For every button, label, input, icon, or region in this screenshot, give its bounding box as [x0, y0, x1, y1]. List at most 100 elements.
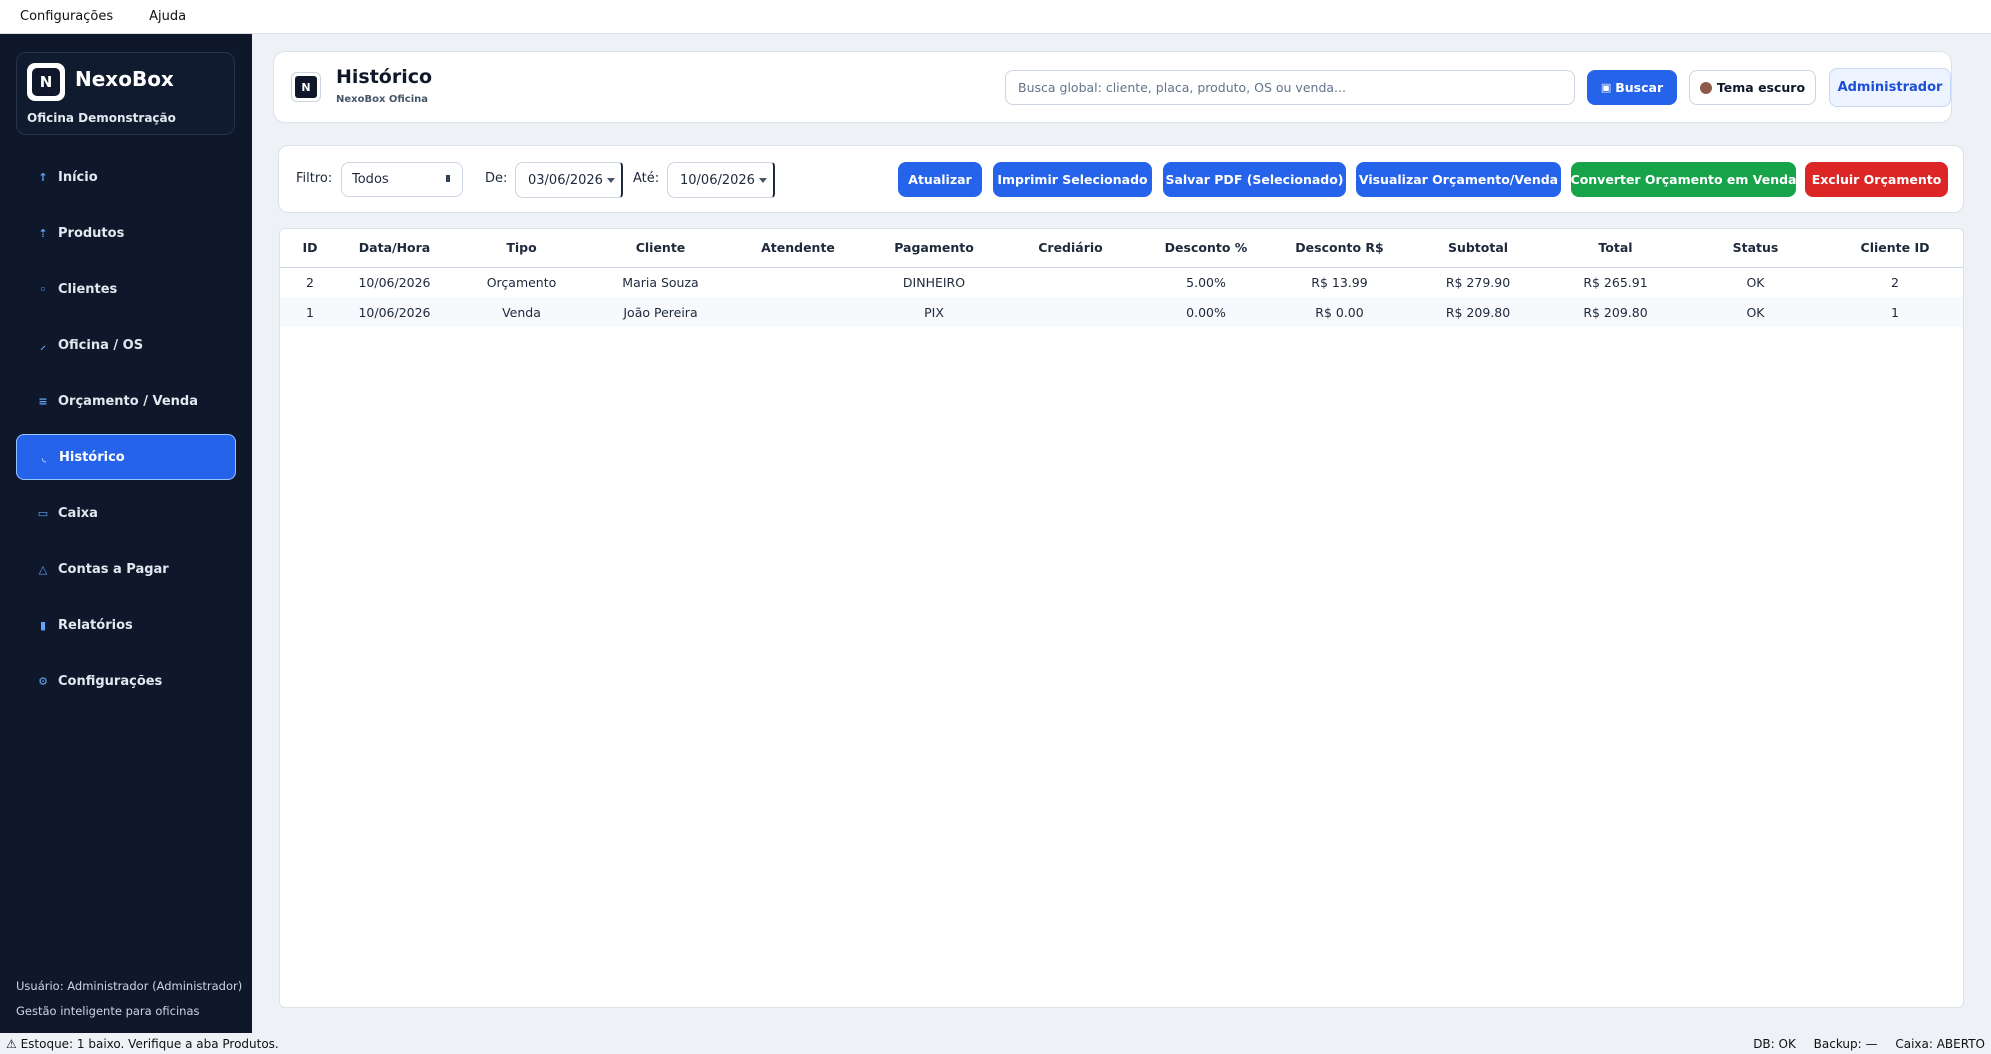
column-header[interactable]: Cliente ID: [1827, 229, 1963, 268]
search-button[interactable]: ▣ Buscar: [1587, 70, 1677, 105]
table-cell: OK: [1746, 274, 1765, 290]
sidebar-item-historico[interactable]: ◟ Histórico: [16, 434, 236, 480]
column-header[interactable]: Data/Hora: [340, 229, 449, 268]
sidebar-item-label: Produtos: [58, 225, 125, 241]
filter-value: Todos: [352, 172, 389, 187]
table-row[interactable]: 1 10/06/2026 Venda João Pereira PIX 0.00…: [280, 297, 1963, 327]
sidebar-item-relatorios[interactable]: ▮ Relatórios: [16, 602, 236, 648]
table-header-row: ID Data/Hora Tipo Cliente Atendente Paga…: [280, 229, 1963, 268]
arrow-up-icon: ↑: [38, 170, 48, 184]
table-cell: [999, 297, 1142, 327]
sidebar-item-contas[interactable]: △ Contas a Pagar: [16, 546, 236, 592]
table-cell: Venda: [449, 297, 594, 327]
column-header[interactable]: Desconto %: [1142, 229, 1270, 268]
db-status: DB: OK: [1753, 1036, 1796, 1051]
table-cell: R$ 209.80: [1547, 297, 1684, 327]
atualizar-button[interactable]: Atualizar: [898, 162, 982, 197]
table-cell: 1: [280, 297, 340, 327]
search-icon: ▣: [1600, 81, 1612, 94]
filter-toolbar: Filtro: Todos De: 03/06/2026 Até: 10/06/…: [278, 145, 1964, 213]
sidebar-item-label: Oficina / OS: [58, 337, 144, 353]
salvar-pdf-button[interactable]: Salvar PDF (Selecionado): [1163, 162, 1346, 197]
dark-theme-button[interactable]: Tema escuro: [1689, 70, 1816, 105]
sidebar-item-inicio[interactable]: ↑ Início: [16, 154, 236, 200]
column-header[interactable]: Cliente: [594, 229, 727, 268]
column-header[interactable]: Pagamento: [869, 229, 999, 268]
to-date-field[interactable]: 10/06/2026: [667, 162, 775, 198]
user-button[interactable]: Administrador: [1829, 68, 1951, 107]
page-subtitle: NexoBox Oficina: [336, 94, 429, 105]
user-icon: ◦: [39, 282, 47, 296]
filter-label: Filtro:: [296, 171, 333, 186]
column-header[interactable]: Crediário: [999, 229, 1142, 268]
column-header[interactable]: Total: [1547, 229, 1684, 268]
dark-theme-label: Tema escuro: [1716, 80, 1806, 95]
brand-name: NexoBox: [75, 67, 174, 91]
column-header[interactable]: Tipo: [449, 229, 594, 268]
cash-icon: ▭: [37, 506, 49, 520]
converter-button[interactable]: Converter Orçamento em Venda: [1571, 162, 1797, 197]
excluir-button[interactable]: Excluir Orçamento: [1805, 162, 1948, 197]
sidebar-item-configuracoes[interactable]: ⚙ Configurações: [16, 658, 236, 704]
theme-dot-icon: [1699, 81, 1712, 94]
clock-icon: ◟: [41, 450, 47, 464]
sidebar-item-orcamento[interactable]: ≡ Orçamento / Venda: [16, 378, 236, 424]
menu-ajuda[interactable]: Ajuda: [143, 5, 192, 28]
sidebar-item-clientes[interactable]: ◦ Clientes: [16, 266, 236, 312]
imprimir-button[interactable]: Imprimir Selecionado: [993, 162, 1152, 197]
table-cell: [727, 267, 869, 297]
stock-warning: ⚠ Estoque: 1 baixo. Verifique a aba Prod…: [6, 1036, 279, 1051]
sidebar-item-label: Histórico: [59, 449, 125, 465]
backup-status: Backup: —: [1813, 1036, 1878, 1051]
gear-icon: ⚙: [38, 674, 48, 688]
table-cell: 10/06/2026: [340, 297, 449, 327]
table-cell: [727, 297, 869, 327]
visualizar-button[interactable]: Visualizar Orçamento/Venda: [1356, 162, 1561, 197]
column-header[interactable]: Atendente: [727, 229, 869, 268]
app-logo: N: [27, 63, 65, 101]
status-bar: ⚠ Estoque: 1 baixo. Verifique a aba Prod…: [0, 1033, 1991, 1054]
menu-bar: Configurações Ajuda: [0, 0, 1991, 34]
table-cell: 10/06/2026: [358, 274, 431, 290]
column-header[interactable]: ID: [280, 229, 340, 268]
table-row[interactable]: 2 10/06/2026 Orçamento Maria Souza DINHE…: [280, 267, 1963, 297]
list-icon: ≡: [38, 394, 48, 408]
caixa-status: Caixa: ABERTO: [1895, 1036, 1985, 1051]
table-cell: João Pereira: [594, 297, 727, 327]
triangle-icon: △: [38, 562, 48, 576]
table-cell: Orçamento: [486, 274, 557, 290]
table-cell: R$ 13.99: [1311, 274, 1368, 290]
history-table: ID Data/Hora Tipo Cliente Atendente Paga…: [279, 228, 1964, 1008]
wrench-icon: ⸝: [40, 338, 46, 352]
table-cell: DINHEIRO: [902, 274, 966, 290]
to-label: Até:: [633, 171, 660, 186]
sidebar: N NexoBox Oficina Demonstração ↑ Início …: [0, 34, 252, 1033]
sidebar-item-caixa[interactable]: ▭ Caixa: [16, 490, 236, 536]
global-search-input[interactable]: [1005, 70, 1575, 105]
sidebar-item-label: Configurações: [58, 673, 163, 689]
column-header[interactable]: Subtotal: [1409, 229, 1547, 268]
user-line: Usuário: Administrador (Administrador): [16, 979, 243, 993]
sidebar-item-label: Clientes: [58, 281, 118, 297]
to-date-value: 10/06/2026: [680, 172, 755, 188]
tag-icon: ⇡: [38, 226, 48, 240]
sidebar-item-produtos[interactable]: ⇡ Produtos: [16, 210, 236, 256]
sidebar-item-label: Relatórios: [58, 617, 133, 633]
column-header[interactable]: Desconto R$: [1270, 229, 1409, 268]
column-header[interactable]: Status: [1684, 229, 1827, 268]
sidebar-nav: ↑ Início ⇡ Produtos ◦ Clientes ⸝ Oficina…: [16, 154, 236, 714]
sidebar-item-label: Contas a Pagar: [58, 561, 169, 577]
sidebar-item-oficina[interactable]: ⸝ Oficina / OS: [16, 322, 236, 368]
table-cell: OK: [1684, 297, 1827, 327]
from-label: De:: [485, 171, 508, 186]
from-date-field[interactable]: 03/06/2026: [515, 162, 623, 198]
filter-select[interactable]: Todos: [341, 162, 463, 197]
menu-configuracoes[interactable]: Configurações: [14, 5, 119, 28]
from-date-value: 03/06/2026: [528, 172, 603, 188]
table-cell: 1: [1827, 297, 1963, 327]
table-cell: R$ 279.90: [1445, 274, 1511, 290]
sidebar-item-label: Caixa: [58, 505, 98, 521]
chevron-down-icon: [759, 178, 767, 183]
chevron-down-icon: [607, 178, 615, 183]
table-cell: 2: [1891, 274, 1899, 290]
